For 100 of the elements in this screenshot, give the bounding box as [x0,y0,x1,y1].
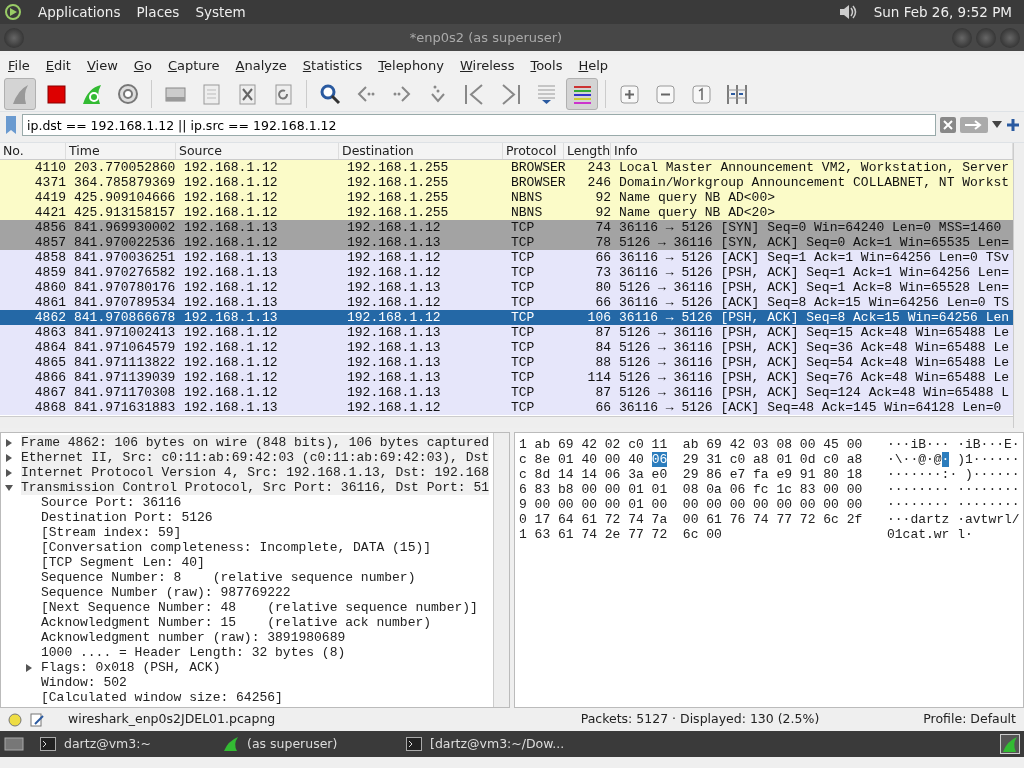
tree-field: Destination Port: 5126 [41,510,213,525]
column-header[interactable]: Source [176,143,339,159]
menu-item[interactable]: Go [133,56,152,76]
bookmark-icon[interactable] [4,115,18,135]
logo-icon[interactable] [4,3,22,21]
column-header[interactable]: Length [564,143,611,159]
hex-bytes: c 8d 14 14 06 3a e0 29 86 e7 fa e9 91 80 18 [519,467,863,482]
table-cell-text: TCP [510,325,536,340]
packet-row[interactable]: 4865 841.971113822 192.168.1.12 192.168.1.13 TCP 88 5126 → 36116 [PSH, ACK] Seq=54 Ack=48 Win=65488 Le [0,355,1014,370]
taskbar-button[interactable]: [dartz@vm3:~/Dow... [398,734,573,754]
packet-row[interactable]: 4859 841.970276582 192.168.1.13 192.168.1.12 TCP 73 36116 → 5126 [PSH, ACK] Seq=1 Ack=1 Win=64256 Len= [0,265,1014,280]
window-menu-button[interactable] [4,27,24,48]
packet-row[interactable]: 4857 841.970022536 192.168.1.12 192.168.1.13 TCP 78 5126 → 36116 [SYN, ACK] Seq=0 Ack=1 Win=65535 Len= [0,235,1014,250]
table-cell-text: TCP [510,295,536,310]
taskbar-button[interactable]: dartz@vm3:~ [32,734,207,754]
tree-node[interactable]: Flags: 0x018 (PSH, ACK) [41,660,221,675]
column-header[interactable]: Time [66,143,176,159]
ascii-text: ·······:· )······ [887,467,1020,482]
packet-row[interactable]: 4868 841.971631883 192.168.1.13 192.168.1.12 TCP 66 36116 → 5126 [ACK] Seq=48 Ack=145 Win=64128 Len=0 [0,400,1014,415]
menu-item[interactable]: Capture [167,56,220,76]
table-cell-text: 841.970036251 [73,250,177,265]
colorize-button[interactable] [566,78,598,110]
table-cell-text: TCP [510,385,536,400]
packet-row[interactable]: 4866 841.971139039 192.168.1.12 192.168.1.13 TCP 114 5126 → 36116 [PSH, ACK] Seq=76 Ack=48 Win=65488 Le [0,370,1014,385]
table-cell-text: 192.168.1.12 [346,295,442,310]
table-cell-text: 192.168.1.13 [346,370,442,385]
menu-item[interactable]: Statistics [302,56,363,76]
tree-node[interactable]: Ethernet II, Src: c0:11:ab:69:42:03 (c0:11:ab:69:42:03), Dst [21,450,490,465]
menu-item[interactable]: Analyze [235,56,287,76]
table-cell-text: NBNS [510,190,544,205]
table-cell-text: TCP [510,250,536,265]
hex-bytes: 0 17 64 61 72 74 7a 00 61 76 74 77 72 6c 2f [519,512,863,527]
table-cell-text: 4863 [33,325,67,340]
table-cell-text: 192.168.1.12 [183,325,279,340]
add-icon[interactable] [1006,118,1020,132]
table-cell-text: 841.970780176 [73,280,177,295]
expand-arrow-icon[interactable] [25,663,33,672]
packet-row[interactable]: 4856 841.969930002 192.168.1.13 192.168.1.12 TCP 74 36116 → 5126 [SYN] Seq=0 Win=64240 Len=0 MSS=1460 [0,220,1014,235]
packet-row[interactable]: 4863 841.971002413 192.168.1.12 192.168.1.13 TCP 87 5126 → 36116 [PSH, ACK] Seq=15 Ack=48 Win=65488 Le [0,325,1014,340]
packet-row[interactable]: 4862 841.970866678 192.168.1.13 192.168.1.12 TCP 106 36116 → 5126 [PSH, ACK] Seq=8 Ack=15 Win=64256 Len [0,310,1014,325]
table-cell-text: 192.168.1.12 [183,175,279,190]
dropdown-caret-icon[interactable] [992,121,1002,129]
pencil-icon[interactable] [30,712,44,727]
menu-item[interactable]: File [8,56,30,76]
filter-field[interactable]: ip.dst == 192.168.1.12 || ip.src == 192.168.1.12 [22,114,936,136]
table-cell-text: 192.168.1.13 [183,400,279,415]
status-dot-icon[interactable] [8,712,22,727]
menu-item[interactable]: Telephony [378,56,444,76]
expand-arrow-icon[interactable] [5,468,13,477]
profile-label[interactable]: Profile: Default [923,710,1016,729]
table-cell-text: TCP [510,310,536,325]
packet-row[interactable]: 4419 425.909104666 192.168.1.12 192.168.1.255 NBNS 92 Name query NB AD<00> [0,190,1014,205]
taskbar-button[interactable]: (as superuser) [215,734,390,754]
table-cell-text: 4860 [33,280,67,295]
menu-item[interactable]: View [86,56,118,76]
close-button[interactable] [1000,27,1020,48]
clear-icon[interactable] [940,117,956,133]
menu-item[interactable]: Edit [45,56,71,76]
maximize-button[interactable] [976,27,996,48]
menu-item[interactable]: Tools [530,56,563,76]
table-cell-text: 841.971113822 [73,355,177,370]
table-cell-text: 203.770052860 [73,160,177,175]
panel-menu[interactable]: Applications [38,1,121,23]
packet-row[interactable]: 4861 841.970789534 192.168.1.13 192.168.1.12 TCP 66 36116 → 5126 [ACK] Seq=8 Ack=15 Win=64256 Len=0 TS [0,295,1014,310]
collapse-arrow-icon[interactable] [5,483,13,492]
packet-row[interactable]: 4421 425.913158157 192.168.1.12 192.168.1.255 NBNS 92 Name query NB AD<20> [0,205,1014,220]
packet-row[interactable]: 4867 841.971170308 192.168.1.12 192.168.1.13 TCP 87 5126 → 36116 [PSH, ACK] Seq=124 Ack=48 Win=65488 L [0,385,1014,400]
tree-node[interactable]: Frame 4862: 106 bytes on wire (848 bits), 106 bytes captured [21,435,490,450]
table-cell-text: 78 [594,235,612,250]
packet-row[interactable]: 4858 841.970036251 192.168.1.13 192.168.1.12 TCP 66 36116 → 5126 [ACK] Seq=1 Ack=1 Win=64256 Len=0 TSv [0,250,1014,265]
table-cell-text: 4867 [33,385,67,400]
shark-fin-icon[interactable] [1000,734,1020,754]
column-header[interactable]: Destination [339,143,503,159]
panel-menu[interactable]: System [195,1,246,23]
table-cell-text: TCP [510,235,536,250]
menu-item[interactable]: Wireless [460,56,515,76]
table-cell-text: Name query NB AD<00> [618,190,777,205]
table-cell-text: 36116 → 5126 [ACK] Seq=8 Ack=15 Win=64256 Len=0 TS [618,295,1011,310]
table-cell-text: 192.168.1.12 [183,370,279,385]
packet-row[interactable]: 4371 364.785879369 192.168.1.12 192.168.1.255 BROWSER 246 Domain/Workgroup Announcement COLLABNET, NT Workst [0,175,1014,190]
expand-arrow-icon[interactable] [5,438,13,447]
tree-node[interactable]: Internet Protocol Version 4, Src: 192.168.1.13, Dst: 192.168 [21,465,490,480]
packet-row[interactable]: 4110 203.770052860 192.168.1.12 192.168.1.255 BROWSER 243 Local Master Announcement VM2, Workstation, Server [0,160,1014,175]
panel-menu[interactable]: Places [136,1,180,23]
ascii-text: ········ ········ [887,482,1020,497]
table-cell-text: 4858 [33,250,67,265]
packet-row[interactable]: 4864 841.971064579 192.168.1.12 192.168.1.13 TCP 84 5126 → 36116 [PSH, ACK] Seq=36 Ack=48 Win=65488 Le [0,340,1014,355]
expand-arrow-icon[interactable] [5,453,13,462]
column-header[interactable]: No. [0,143,66,159]
table-cell-text: 4857 [33,235,67,250]
table-cell-text: 4865 [33,355,67,370]
menu-item[interactable]: Help [578,56,609,76]
show-desktop-icon[interactable] [4,735,24,753]
vertical-scrollbar[interactable] [493,433,509,707]
minimize-button[interactable] [952,27,972,48]
speaker-icon[interactable] [837,3,858,21]
column-header[interactable]: Protocol [503,143,564,159]
table-cell-text: 4861 [33,295,67,310]
tree-node[interactable]: Transmission Control Protocol, Src Port: 36116, Dst Port: 51 [21,480,490,495]
packet-row[interactable]: 4860 841.970780176 192.168.1.12 192.168.1.13 TCP 80 5126 → 36116 [PSH, ACK] Seq=1 Ack=8 Win=65528 Len= [0,280,1014,295]
